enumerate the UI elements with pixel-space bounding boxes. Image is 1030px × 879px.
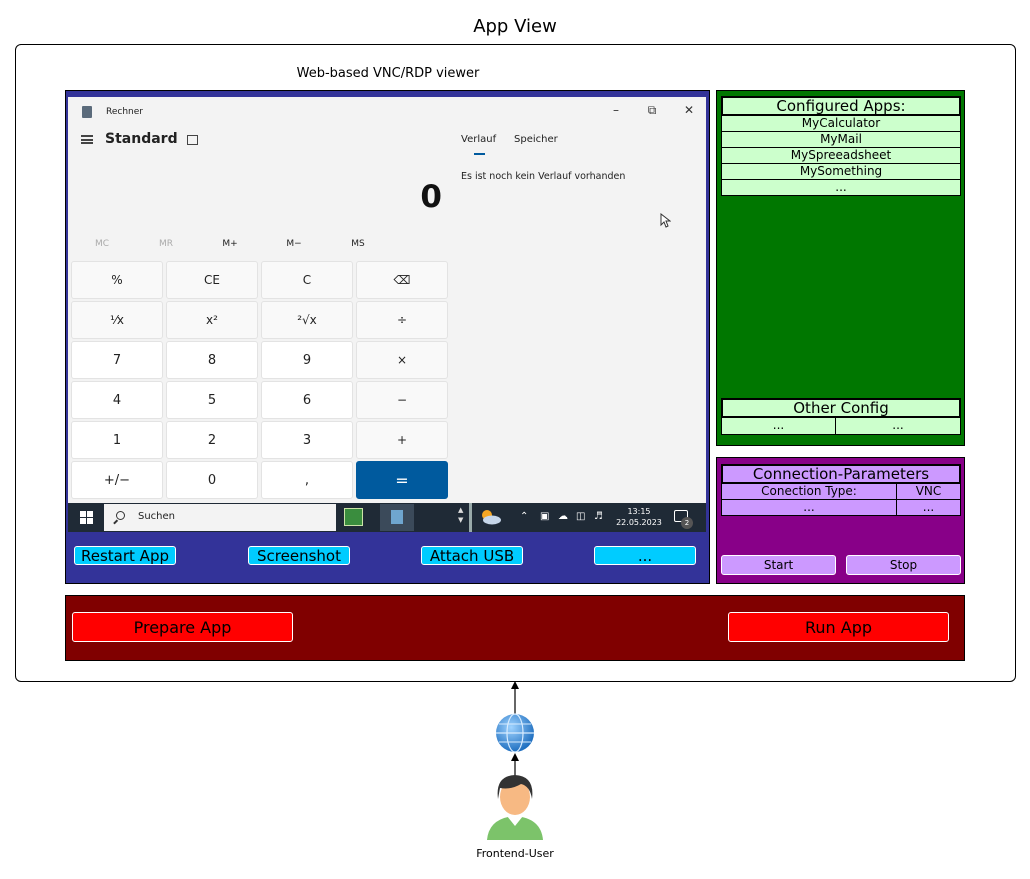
- taskbar-clock[interactable]: 13:15 22.05.2023: [613, 506, 665, 528]
- notification-badge: 2: [681, 517, 693, 529]
- connection-param-label: ...: [721, 500, 897, 516]
- restart-app-button[interactable]: Restart App: [74, 546, 176, 565]
- remote-screen[interactable]: Rechner – ⧉ ✕ Standard 0 MC MR M+ M− MS …: [68, 97, 706, 532]
- calculator-mode: Standard: [105, 131, 178, 147]
- digit-7-key[interactable]: 7: [71, 341, 163, 379]
- digit-5-key[interactable]: 5: [166, 381, 258, 419]
- page-title: App View: [473, 16, 557, 37]
- restore-icon[interactable]: ⧉: [642, 103, 662, 118]
- speaker-muted-icon[interactable]: ♬: [594, 511, 603, 522]
- screenshot-button[interactable]: Screenshot: [248, 546, 350, 565]
- spreadsheet-taskbar-icon[interactable]: [344, 508, 363, 526]
- backspace-key[interactable]: ⌫: [356, 261, 448, 299]
- run-app-button[interactable]: Run App: [728, 612, 949, 642]
- close-icon[interactable]: ✕: [679, 103, 699, 117]
- connection-param-label: Conection Type:: [721, 484, 897, 500]
- other-config-cell[interactable]: ...: [721, 418, 836, 435]
- memory-recall-button[interactable]: MR: [144, 239, 188, 249]
- network-icon[interactable]: ◫: [576, 511, 585, 522]
- tab-history[interactable]: Verlauf: [461, 134, 496, 145]
- percent-key[interactable]: %: [71, 261, 163, 299]
- internet-globe-icon: [496, 713, 534, 753]
- memory-store-button[interactable]: MS: [336, 239, 380, 249]
- plus-key[interactable]: +: [356, 421, 448, 459]
- onedrive-cloud-icon[interactable]: ☁: [558, 511, 568, 522]
- calculator-display: 0: [420, 179, 442, 215]
- equals-key[interactable]: =: [356, 461, 448, 499]
- configured-apps-header: Configured Apps:: [721, 96, 961, 116]
- app-list-item[interactable]: MyMail: [721, 132, 961, 148]
- digit-8-key[interactable]: 8: [166, 341, 258, 379]
- user-avatar-icon: [487, 775, 543, 840]
- clear-key[interactable]: C: [261, 261, 353, 299]
- digit-0-key[interactable]: 0: [166, 461, 258, 499]
- calculator-taskbar-icon[interactable]: [380, 504, 414, 531]
- taskbar: Suchen ▲ ▼ ⌃ ▣ ☁ ◫ ♬ 13:15 22.05.2023 2: [68, 503, 706, 532]
- reciprocal-key[interactable]: ¹⁄x: [71, 301, 163, 339]
- taskbar-search-placeholder: Suchen: [138, 511, 176, 522]
- memory-clear-button[interactable]: MC: [80, 239, 124, 249]
- minimize-icon[interactable]: –: [606, 103, 626, 117]
- keep-on-top-icon[interactable]: [187, 135, 198, 145]
- square-key[interactable]: x²: [166, 301, 258, 339]
- start-button[interactable]: Start: [721, 555, 836, 575]
- tab-memory[interactable]: Speicher: [514, 134, 558, 145]
- active-tab-indicator: [474, 153, 485, 155]
- memory-add-button[interactable]: M+: [208, 239, 252, 249]
- calculator-app-icon: [82, 106, 92, 118]
- windows-start-icon[interactable]: [80, 511, 94, 525]
- digit-3-key[interactable]: 3: [261, 421, 353, 459]
- digit-9-key[interactable]: 9: [261, 341, 353, 379]
- negate-key[interactable]: +/−: [71, 461, 163, 499]
- other-config-header: Other Config: [721, 398, 961, 418]
- memory-subtract-button[interactable]: M−: [272, 239, 316, 249]
- digit-6-key[interactable]: 6: [261, 381, 353, 419]
- history-empty-message: Es ist noch kein Verlauf vorhanden: [461, 171, 626, 182]
- connection-param-value[interactable]: ...: [896, 500, 961, 516]
- weather-icon[interactable]: [478, 509, 502, 525]
- app-list-item[interactable]: MySpreeadsheet: [721, 148, 961, 164]
- taskbar-overflow-arrows[interactable]: ▲ ▼: [458, 505, 463, 525]
- viewer-label: Web-based VNC/RDP viewer: [296, 66, 480, 81]
- other-config-cell[interactable]: ...: [835, 418, 961, 435]
- decimal-key[interactable]: ,: [261, 461, 353, 499]
- clear-entry-key[interactable]: CE: [166, 261, 258, 299]
- taskbar-separator: [469, 503, 472, 532]
- app-list-item[interactable]: ...: [721, 180, 961, 196]
- digit-2-key[interactable]: 2: [166, 421, 258, 459]
- connection-parameters-header: Connection-Parameters: [721, 464, 961, 484]
- mouse-cursor-icon: [660, 213, 671, 228]
- tray-chevron-icon[interactable]: ⌃: [520, 511, 528, 522]
- stop-button[interactable]: Stop: [846, 555, 961, 575]
- digit-4-key[interactable]: 4: [71, 381, 163, 419]
- prepare-app-button[interactable]: Prepare App: [72, 612, 293, 642]
- more-viewer-actions-button[interactable]: ...: [594, 546, 696, 565]
- menu-icon[interactable]: [81, 135, 93, 144]
- taskbar-search-box[interactable]: Suchen: [104, 504, 336, 531]
- tray-meet-icon[interactable]: ▣: [540, 511, 549, 522]
- frontend-user-label: Frontend-User: [476, 847, 554, 860]
- app-list-item[interactable]: MySomething: [721, 164, 961, 180]
- taskbar-time: 13:15: [627, 507, 651, 516]
- minus-key[interactable]: −: [356, 381, 448, 419]
- divide-key[interactable]: ÷: [356, 301, 448, 339]
- window-title: Rechner: [106, 107, 143, 117]
- attach-usb-button[interactable]: Attach USB: [421, 546, 523, 565]
- app-list-item[interactable]: MyCalculator: [721, 116, 961, 132]
- search-icon: [116, 511, 125, 520]
- digit-1-key[interactable]: 1: [71, 421, 163, 459]
- square-root-key[interactable]: ²√x: [261, 301, 353, 339]
- multiply-key[interactable]: ×: [356, 341, 448, 379]
- connection-type-value[interactable]: VNC: [896, 484, 961, 500]
- taskbar-date: 22.05.2023: [616, 518, 662, 527]
